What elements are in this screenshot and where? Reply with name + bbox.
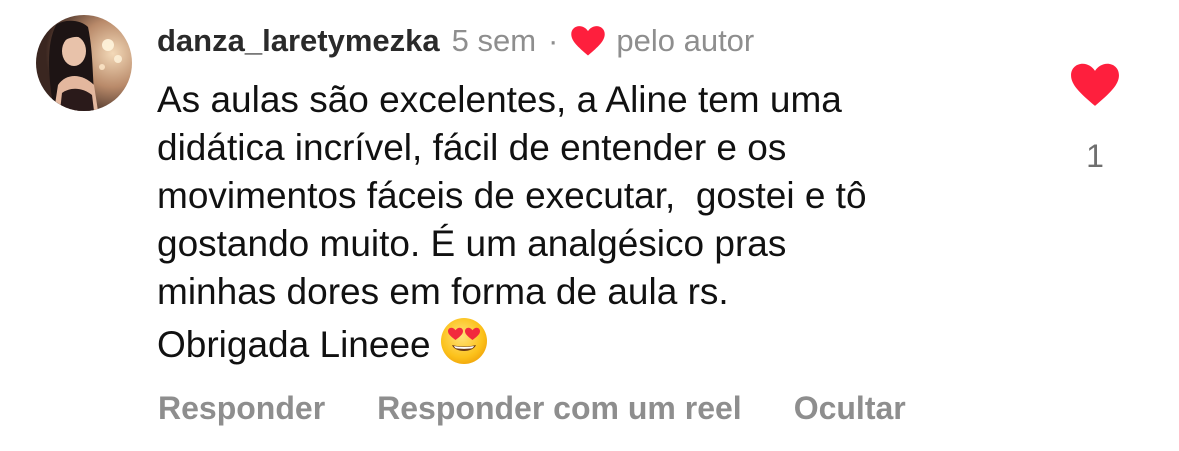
comment-text-line: As aulas são excelentes, a Aline tem uma [157, 79, 842, 120]
comment-text-line: gostando muito. É um analgésico pras [157, 223, 787, 264]
comment-header: danza_laretymezka 5 sem · pelo autor [157, 19, 754, 63]
comment-actions: Responder Responder com um reel Ocultar [158, 386, 906, 430]
like-button[interactable] [1070, 62, 1120, 108]
timestamp: 5 sem [451, 23, 537, 58]
heart-icon [570, 25, 606, 57]
avatar-photo [36, 15, 132, 111]
heart-filled-icon [1071, 63, 1119, 106]
reply-button[interactable]: Responder [158, 390, 325, 427]
comment-text-line: minhas dores em forma de aula rs. [157, 271, 729, 312]
comment-item: danza_laretymezka 5 sem · pelo autor As … [0, 0, 1179, 451]
hide-button[interactable]: Ocultar [794, 390, 906, 427]
reply-with-reel-button[interactable]: Responder com um reel [377, 390, 742, 427]
comment-text-line: didática incrível, fácil de entender e o… [157, 127, 787, 168]
comment-text-line: Obrigada Lineee [157, 324, 431, 365]
separator-dot: · [548, 23, 559, 58]
avatar[interactable] [36, 15, 132, 111]
heart-eyes-emoji-icon [439, 316, 489, 366]
comment-text-line: movimentos fáceis de executar, gostei e … [157, 175, 867, 216]
liked-by-author-label: pelo autor [616, 23, 755, 58]
comment-text: As aulas são excelentes, a Aline tem uma… [157, 76, 1037, 369]
like-count[interactable]: 1 [1070, 138, 1120, 175]
comment-text-last-line: Obrigada Lineee [157, 316, 1037, 369]
username[interactable]: danza_laretymezka [157, 23, 440, 59]
